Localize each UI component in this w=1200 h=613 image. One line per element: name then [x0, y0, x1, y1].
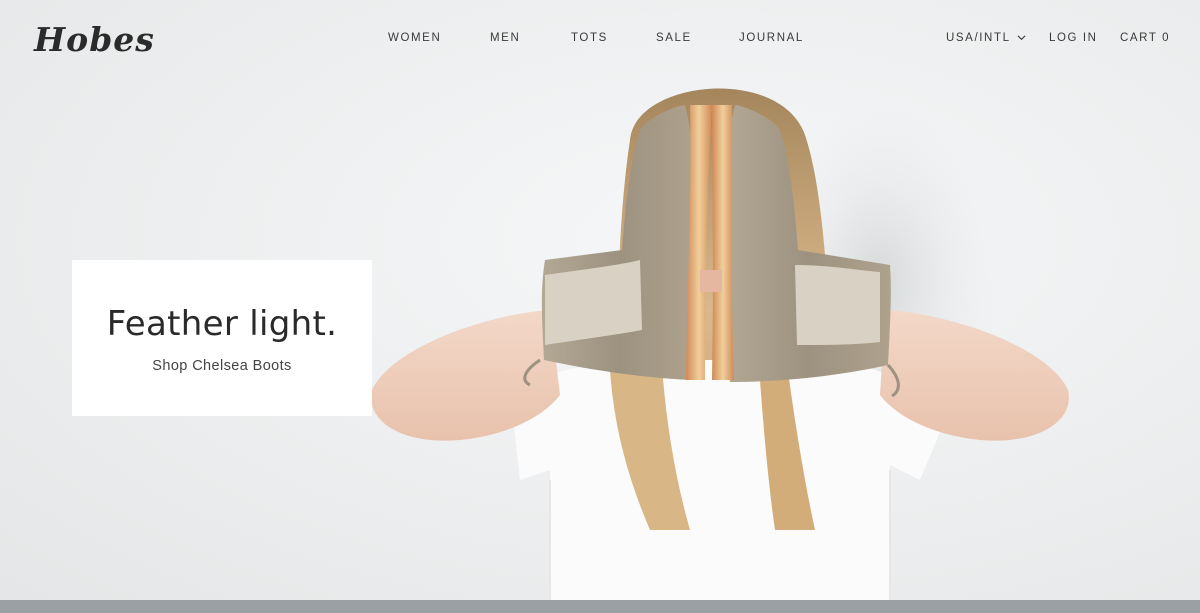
region-selector[interactable]: USA/INTL [946, 32, 1026, 44]
shop-chelsea-boots-link[interactable]: Shop Chelsea Boots [152, 358, 291, 374]
nav-link-women[interactable]: WOMEN [388, 32, 441, 44]
cart-link[interactable]: CART 0 [1120, 32, 1170, 44]
promo-card: Feather light. Shop Chelsea Boots [72, 260, 372, 416]
footer-bar [0, 600, 1200, 613]
nav-link-sale[interactable]: SALE [656, 32, 692, 44]
login-link[interactable]: LOG IN [1049, 32, 1098, 44]
nav-link-journal[interactable]: JOURNAL [739, 32, 804, 44]
promo-headline: Feather light. [106, 304, 338, 344]
brand-logo[interactable]: Hobes [34, 20, 155, 59]
region-label: USA/INTL [946, 32, 1011, 44]
hero-banner: Hobes WOMEN MEN TOTS SALE JOURNAL USA/IN… [0, 0, 1200, 600]
hero-image [371, 88, 1069, 600]
nav-link-tots[interactable]: TOTS [571, 32, 608, 44]
chevron-down-icon [1017, 34, 1026, 40]
nav-link-men[interactable]: MEN [490, 32, 520, 44]
